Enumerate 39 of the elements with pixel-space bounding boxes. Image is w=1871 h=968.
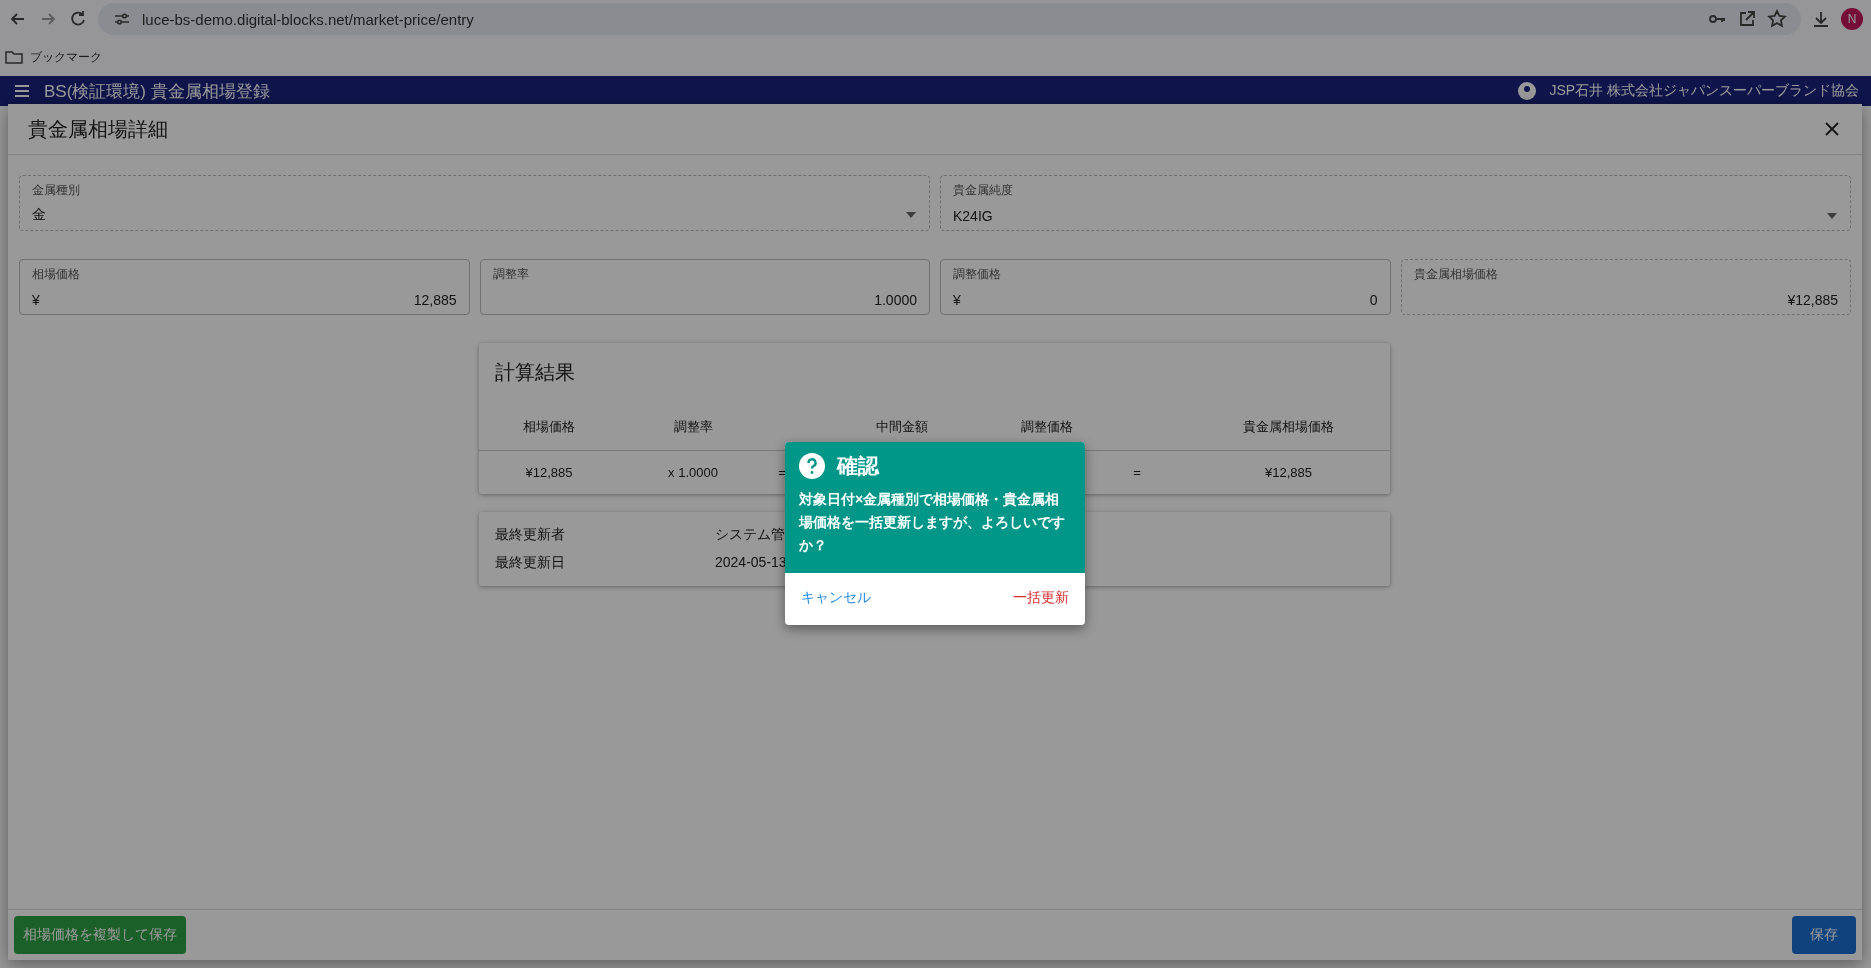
dialog-title: 貴金属相場詳細 xyxy=(28,116,169,142)
account-icon[interactable] xyxy=(1517,81,1538,101)
column-header: 相場価格 xyxy=(523,419,575,434)
input-field[interactable]: 調整価格 ¥ 0 xyxy=(940,259,1391,315)
confirm-message: 対象日付×金属種別で相場価格・貴金属相場価格を一括更新しますが、よろしいですか？ xyxy=(799,490,1066,556)
column-header: 貴金属相場価格 xyxy=(1243,419,1334,434)
table-cell: = xyxy=(778,465,786,480)
confirm-title: 確認 xyxy=(837,453,879,479)
save-button[interactable]: 保存 xyxy=(1792,916,1856,954)
question-icon xyxy=(799,453,825,479)
select-field[interactable]: 金属種別 金 xyxy=(19,175,930,231)
dropdown-caret-icon xyxy=(1826,213,1838,219)
table-cell: ¥12,885 xyxy=(1265,465,1312,480)
download-icon[interactable] xyxy=(1811,9,1831,29)
bulk-update-button[interactable]: 一括更新 xyxy=(1013,589,1069,608)
field-value: システム管 xyxy=(715,526,785,542)
column-header: 中間金額 xyxy=(876,419,928,434)
profile-avatar[interactable]: N xyxy=(1841,8,1863,30)
field-label: 最終更新日 xyxy=(495,554,566,572)
input-field[interactable]: 調整率 1.0000 xyxy=(479,259,930,315)
table-cell: ¥12,885 xyxy=(525,465,573,480)
star-icon[interactable] xyxy=(1767,9,1787,29)
cancel-button[interactable]: キャンセル xyxy=(801,589,871,608)
app-title: BS(検証環境) 貴金属相場登録 xyxy=(44,80,270,103)
column-header: 調整率 xyxy=(673,419,713,434)
column-header: 調整価格 xyxy=(1021,419,1073,434)
bookmarks-label[interactable]: ブックマーク xyxy=(30,48,102,66)
field-value: 2024-05-13 xyxy=(715,554,787,570)
open-external-icon[interactable] xyxy=(1737,9,1757,29)
address-bar[interactable]: luce-bs-demo.digital-blocks.net/market-price/entry xyxy=(98,3,1801,35)
card-title: 計算結果 xyxy=(494,360,576,385)
dropdown-caret-icon xyxy=(905,212,917,218)
table-cell: x 1.0000 xyxy=(668,465,718,480)
field-label: 最終更新者 xyxy=(495,526,566,544)
user-name: JSP石井 株式会社ジャパンスーパーブランド協会 xyxy=(1549,82,1859,100)
readonly-field: 貴金属相場価格 ¥12,885 xyxy=(1400,259,1851,315)
input-field[interactable]: 相場価格 ¥ 12,885 xyxy=(19,259,470,315)
table-cell: = xyxy=(1133,465,1141,480)
select-field[interactable]: 貴金属純度 K24IG xyxy=(940,175,1851,231)
